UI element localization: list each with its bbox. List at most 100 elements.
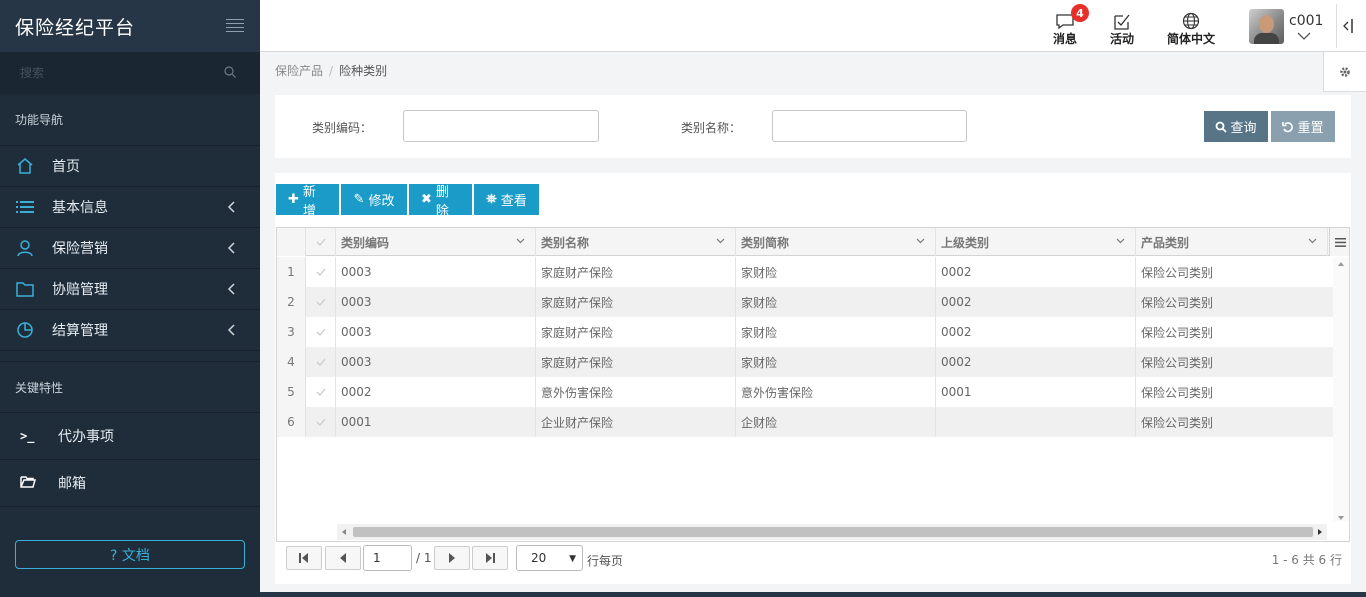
- undo-icon: [1282, 121, 1294, 132]
- cell-product-category: 保险公司类别: [1136, 377, 1334, 407]
- brand-header: 保险经纪平台: [0, 0, 260, 52]
- sidebar-item-label: 保险营销: [52, 241, 108, 257]
- scrollbar-thumb[interactable]: [353, 527, 1313, 537]
- chevron-down-icon[interactable]: [1116, 238, 1125, 244]
- table-row[interactable]: 5 0002 意外伤害保险 意外伤害保险 0001 保险公司类别: [277, 377, 1334, 407]
- row-checkbox[interactable]: [306, 347, 336, 377]
- horizontal-scrollbar[interactable]: [337, 524, 1327, 540]
- view-button[interactable]: ⛯ 查看: [474, 184, 539, 215]
- close-icon: ✖: [421, 192, 432, 207]
- cell-parent-category: 0002: [936, 287, 1136, 317]
- plus-icon: ✚: [288, 192, 299, 207]
- reset-button[interactable]: 重置: [1271, 111, 1335, 142]
- table-row[interactable]: 4 0003 家庭财产保险 家财险 0002 保险公司类别: [277, 347, 1334, 377]
- next-page-button[interactable]: [434, 546, 470, 570]
- column-header-label: 类别编码: [341, 235, 390, 250]
- language-button[interactable]: 简体中文: [1167, 12, 1215, 47]
- edit-button[interactable]: ✎ 修改: [341, 184, 407, 215]
- menu-icon: [1335, 237, 1346, 247]
- category-name-input[interactable]: [772, 110, 967, 142]
- scroll-up-icon[interactable]: [1333, 259, 1349, 269]
- sidebar-search-input[interactable]: [20, 66, 200, 80]
- prev-page-button[interactable]: [325, 546, 361, 570]
- sidebar-item-basic-info[interactable]: 基本信息: [0, 187, 260, 228]
- column-header[interactable]: 上级类别: [936, 228, 1136, 256]
- chevron-down-icon[interactable]: [716, 238, 725, 244]
- row-checkbox[interactable]: [306, 377, 336, 407]
- main-content: 保险产品 / 险种类别 类别编码： 类别名称： 查询 重置 ✚ 新增 ✎ 修改 ✖ 删除 …: [260, 52, 1366, 592]
- avatar[interactable]: [1249, 9, 1284, 44]
- row-checkbox[interactable]: [306, 317, 336, 347]
- collapse-panel-button[interactable]: [1336, 4, 1358, 48]
- page-number-input[interactable]: 1: [363, 545, 412, 571]
- table-row[interactable]: 3 0003 家庭财产保险 家财险 0002 保险公司类别: [277, 317, 1334, 347]
- binoculars-icon: ⛯: [486, 192, 497, 207]
- category-code-input[interactable]: [403, 110, 599, 142]
- last-page-button[interactable]: [472, 546, 508, 570]
- sidebar-item-home[interactable]: 首页: [0, 146, 260, 187]
- cell-parent-category: [936, 407, 1136, 437]
- column-menu-button[interactable]: [1329, 228, 1349, 256]
- select-all-checkbox[interactable]: [306, 228, 336, 256]
- scroll-left-icon[interactable]: [337, 524, 351, 540]
- scroll-right-icon[interactable]: [1313, 524, 1327, 540]
- cell-parent-category: 0002: [936, 317, 1136, 347]
- message-count-badge: 4: [1071, 4, 1089, 22]
- sidebar-item-mailbox[interactable]: 邮箱: [0, 460, 260, 507]
- folder-icon: [15, 279, 35, 299]
- sidebar-item-settlement[interactable]: 结算管理: [0, 310, 260, 351]
- search-icon[interactable]: [224, 66, 236, 78]
- check-icon: [316, 358, 325, 366]
- scroll-down-icon[interactable]: [1333, 513, 1349, 523]
- menu-toggle-icon[interactable]: [226, 19, 244, 33]
- column-header[interactable]: 类别编码: [336, 228, 536, 256]
- app-title: 保险经纪平台: [15, 16, 136, 39]
- settings-button[interactable]: [1323, 52, 1366, 92]
- activity-button[interactable]: 活动: [1110, 12, 1134, 47]
- messages-label: 消息: [1053, 32, 1078, 46]
- breadcrumb-parent[interactable]: 保险产品: [275, 64, 323, 78]
- pager: 1 / 1 20 ▼ 行每页 1 - 6 共 6 行: [286, 545, 1342, 573]
- last-page-icon: [486, 553, 495, 563]
- sidebar-item-todo[interactable]: >_ 代办事项: [0, 413, 260, 460]
- sidebar-item-claims[interactable]: 协赔管理: [0, 269, 260, 310]
- chevron-down-icon[interactable]: [1308, 238, 1317, 244]
- chevron-left-icon: [227, 283, 235, 295]
- cell-category-name: 意外伤害保险: [536, 377, 736, 407]
- cell-product-category: 保险公司类别: [1136, 257, 1334, 287]
- column-header[interactable]: 产品类别: [1136, 228, 1328, 256]
- vertical-scrollbar[interactable]: [1333, 257, 1349, 521]
- row-number: 4: [277, 347, 306, 377]
- first-page-button[interactable]: [286, 546, 322, 570]
- chevron-down-icon[interactable]: [1297, 32, 1311, 41]
- chevron-down-icon[interactable]: [516, 238, 525, 244]
- sidebar-item-label: 协赔管理: [52, 282, 108, 298]
- breadcrumb-separator: /: [329, 64, 334, 78]
- checkbox-edit-icon: [1113, 12, 1131, 30]
- row-number: 2: [277, 287, 306, 317]
- check-icon: [316, 298, 325, 306]
- page-size-select[interactable]: 20 ▼: [516, 545, 583, 571]
- column-header[interactable]: 类别名称: [536, 228, 736, 256]
- query-button[interactable]: 查询: [1204, 111, 1268, 142]
- add-button[interactable]: ✚ 新增: [276, 184, 339, 219]
- cell-category-short: 企财险: [736, 407, 936, 437]
- cell-category-code: 0003: [336, 257, 536, 287]
- pager-info: 1 - 6 共 6 行: [1271, 553, 1342, 567]
- row-checkbox[interactable]: [306, 257, 336, 287]
- sidebar-item-marketing[interactable]: 保险营销: [0, 228, 260, 269]
- home-icon: [15, 156, 35, 176]
- delete-button-label: 删除: [435, 184, 449, 219]
- table-row[interactable]: 2 0003 家庭财产保险 家财险 0002 保险公司类别: [277, 287, 1334, 317]
- row-checkbox[interactable]: [306, 287, 336, 317]
- table-row[interactable]: 1 0003 家庭财产保险 家财险 0002 保险公司类别: [277, 257, 1334, 287]
- messages-button[interactable]: 4 消息: [1053, 4, 1089, 47]
- filter-panel: 类别编码： 类别名称： 查询 重置: [275, 95, 1351, 158]
- user-name[interactable]: c001: [1289, 13, 1323, 29]
- column-header[interactable]: 类别简称: [736, 228, 936, 256]
- chevron-down-icon[interactable]: [916, 238, 925, 244]
- delete-button[interactable]: ✖ 删除: [409, 184, 472, 219]
- table-row[interactable]: 6 0001 企业财产保险 企财险 保险公司类别: [277, 407, 1334, 437]
- row-checkbox[interactable]: [306, 407, 336, 437]
- docs-button[interactable]: ? 文档: [15, 540, 245, 569]
